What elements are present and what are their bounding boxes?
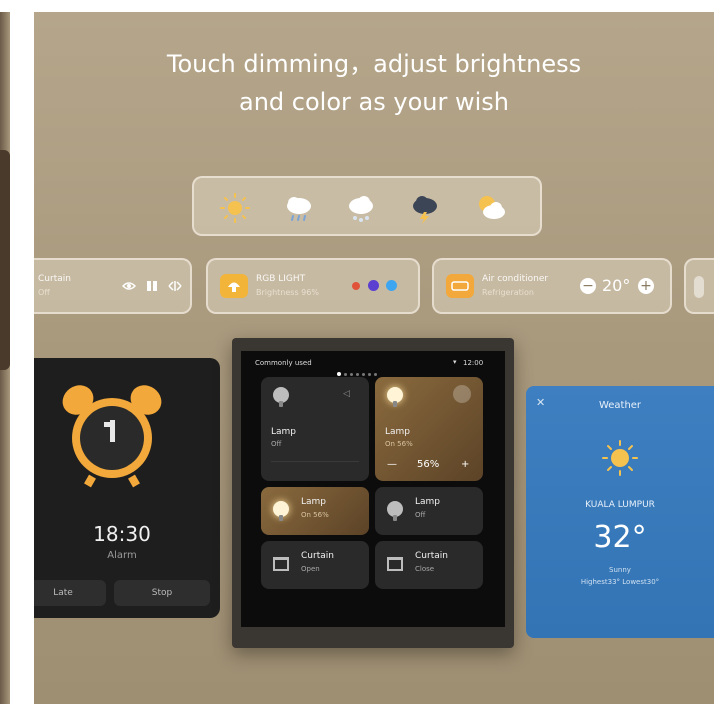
lamp-2-status: On 56% bbox=[385, 440, 413, 448]
lamp-3-label: Lamp bbox=[301, 497, 327, 507]
curtain-2-status: Close bbox=[415, 565, 435, 573]
wifi-icon: ▾ bbox=[453, 358, 457, 366]
color-swatch-blue[interactable] bbox=[386, 280, 397, 291]
cloud-rain-icon[interactable] bbox=[282, 192, 316, 224]
weather-panel: ✕ Weather KUALA LUMPUR 32° Sunny Highest… bbox=[526, 386, 714, 638]
lamp-settings-icon[interactable]: ◁ bbox=[343, 389, 350, 399]
sun-icon bbox=[602, 440, 638, 476]
curtain-icon bbox=[387, 557, 403, 571]
alarm-label: Alarm bbox=[107, 550, 137, 561]
curtain-card[interactable]: Curtain Off bbox=[34, 258, 192, 314]
smart-panel-device: Commonly used ▾ 12:00 ◁ Lamp Off Lamp On… bbox=[232, 338, 514, 648]
curtain-close-icon[interactable] bbox=[168, 280, 182, 292]
curtain-1-label: Curtain bbox=[301, 551, 334, 561]
lamp-tile-4[interactable]: Lamp Off bbox=[375, 487, 483, 535]
alarm-panel: 18:30 Alarm Late Stop bbox=[34, 358, 220, 618]
partly-cloudy-icon[interactable] bbox=[474, 192, 508, 224]
lamp-tile-2[interactable]: Lamp On 56% — 56% + bbox=[375, 377, 483, 481]
air-conditioner-mode: Refrigeration bbox=[482, 288, 534, 297]
air-conditioner-card[interactable]: Air conditioner Refrigeration − 20° + bbox=[432, 258, 672, 314]
weather-condition: Sunny bbox=[609, 566, 631, 574]
device-screen: Commonly used ▾ 12:00 ◁ Lamp Off Lamp On… bbox=[241, 351, 505, 627]
lamp-1-label: Lamp bbox=[271, 427, 297, 437]
curtain-pause-icon[interactable] bbox=[146, 280, 158, 292]
partial-card-icon bbox=[694, 276, 704, 298]
lamp-4-label: Lamp bbox=[415, 497, 441, 507]
snooze-button[interactable]: Late bbox=[34, 580, 106, 606]
headline-line-2: and color as your wish bbox=[239, 88, 509, 116]
lamp-2-label: Lamp bbox=[385, 427, 411, 437]
weather-high-low: Highest33° Lowest30° bbox=[580, 578, 660, 586]
alarm-clock-icon bbox=[62, 385, 162, 488]
lamp-2-increase[interactable]: + bbox=[461, 459, 469, 470]
cloud-snow-icon[interactable] bbox=[344, 192, 378, 224]
lamp-2-brightness-value: 56% bbox=[417, 459, 440, 470]
lamp-on-icon bbox=[387, 387, 403, 407]
sun-icon[interactable] bbox=[218, 192, 252, 224]
temperature-value: 20° bbox=[602, 276, 631, 295]
lamp-3-status: On 56% bbox=[301, 511, 329, 519]
weather-title: Weather bbox=[598, 400, 642, 411]
bulb-icon bbox=[220, 274, 248, 298]
left-edge-shadow bbox=[0, 150, 10, 370]
lamp-tile-1[interactable]: ◁ Lamp Off bbox=[261, 377, 369, 481]
curtain-card-title: Curtain bbox=[38, 274, 71, 284]
lamp-tile-3[interactable]: Lamp On 56% bbox=[261, 487, 369, 535]
lamp-off-icon bbox=[273, 387, 289, 407]
weather-city: KUALA LUMPUR bbox=[585, 500, 655, 510]
status-bar-title: Commonly used bbox=[255, 359, 312, 367]
air-conditioner-title: Air conditioner bbox=[482, 274, 549, 284]
curtain-2-label: Curtain bbox=[415, 551, 448, 561]
rgb-light-brightness: Brightness 96% bbox=[256, 288, 319, 297]
curtain-1-status: Open bbox=[301, 565, 320, 573]
curtain-tile-2[interactable]: Curtain Close bbox=[375, 541, 483, 589]
curtain-icon bbox=[273, 557, 289, 571]
curtain-tile-1[interactable]: Curtain Open bbox=[261, 541, 369, 589]
lamp-2-decrease[interactable]: — bbox=[387, 459, 397, 470]
product-scene: Touch dimming，adjust brightness and colo… bbox=[34, 12, 714, 704]
color-swatch-red[interactable] bbox=[352, 282, 360, 290]
headline-line-1: Touch dimming，adjust brightness bbox=[166, 50, 582, 78]
air-conditioner-icon bbox=[446, 274, 474, 298]
lamp-1-brightness-slider[interactable] bbox=[271, 461, 359, 471]
thunderstorm-icon[interactable] bbox=[408, 192, 442, 224]
status-bar-time: 12:00 bbox=[463, 359, 484, 367]
temperature-increase-button[interactable]: + bbox=[638, 278, 654, 294]
rgb-light-card[interactable]: RGB LIGHT Brightness 96% bbox=[206, 258, 420, 314]
color-swatch-purple[interactable] bbox=[368, 280, 379, 291]
weather-icon-strip bbox=[192, 176, 542, 236]
lamp-off-icon bbox=[387, 501, 403, 521]
stop-alarm-button[interactable]: Stop bbox=[114, 580, 210, 606]
partial-card bbox=[684, 258, 714, 314]
weather-temperature: 32° bbox=[593, 520, 647, 555]
alarm-time: 18:30 bbox=[93, 522, 151, 546]
temperature-decrease-button[interactable]: − bbox=[580, 278, 596, 294]
lamp-4-status: Off bbox=[415, 511, 426, 519]
lamp-power-icon[interactable] bbox=[453, 385, 471, 403]
lamp-on-icon bbox=[273, 501, 289, 521]
lamp-1-status: Off bbox=[271, 440, 282, 448]
curtain-card-status: Off bbox=[38, 288, 50, 297]
rgb-light-title: RGB LIGHT bbox=[256, 274, 306, 284]
curtain-open-icon[interactable] bbox=[122, 280, 136, 292]
